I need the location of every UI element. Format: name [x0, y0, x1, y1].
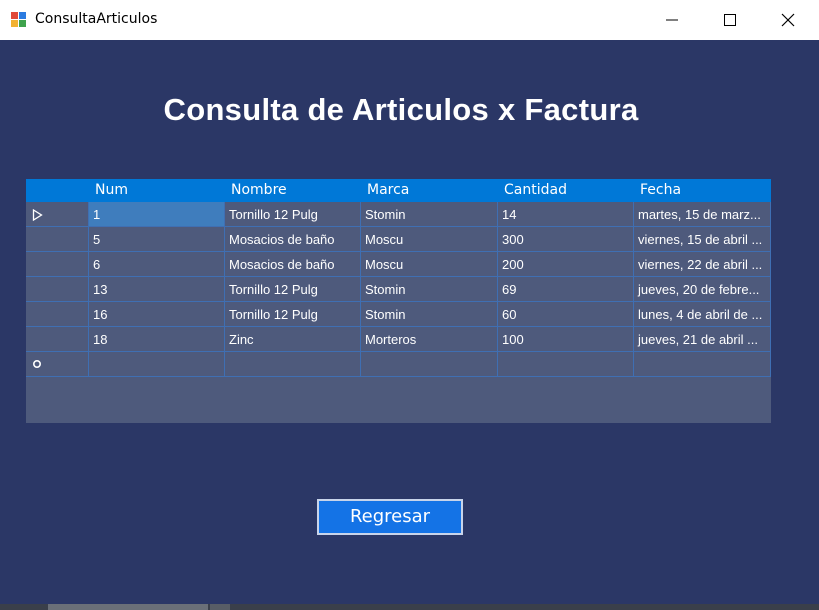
cell-marca[interactable]: Moscu [361, 227, 498, 252]
column-header-marca[interactable]: Marca [361, 179, 498, 202]
regresar-button[interactable]: Regresar [317, 499, 463, 535]
taskbar-item[interactable] [48, 604, 208, 610]
cell-fecha[interactable]: viernes, 15 de abril ... [634, 227, 771, 252]
cell-num[interactable]: 16 [89, 302, 225, 327]
cell-nombre[interactable]: Zinc [225, 327, 361, 352]
table-row[interactable]: 1 Tornillo 12 Pulg Stomin 14 martes, 15 de m… [26, 202, 771, 227]
cell-nombre[interactable]: Tornillo 12 Pulg [225, 302, 361, 327]
cell-fecha[interactable]: martes, 15 de marz... [634, 202, 771, 227]
new-row-cell[interactable] [89, 352, 225, 377]
row-header[interactable] [26, 227, 89, 252]
cell-num[interactable]: 1 [89, 202, 225, 227]
table-row[interactable]: 13 Tornillo 12 Pulg Stomin 69 jueves, 20 de … [26, 277, 771, 302]
cell-num[interactable]: 13 [89, 277, 225, 302]
cell-nombre[interactable]: Tornillo 12 Pulg [225, 277, 361, 302]
cell-marca[interactable]: Morteros [361, 327, 498, 352]
cell-fecha[interactable]: lunes, 4 de abril de ... [634, 302, 771, 327]
row-header[interactable] [26, 302, 89, 327]
cell-nombre[interactable]: Mosacios de baño [225, 252, 361, 277]
new-row[interactable] [26, 352, 771, 377]
maximize-button[interactable] [701, 0, 759, 40]
new-row-header [26, 352, 89, 377]
cell-fecha[interactable]: jueves, 21 de abril ... [634, 327, 771, 352]
cell-cantidad[interactable]: 60 [498, 302, 634, 327]
cell-num[interactable]: 5 [89, 227, 225, 252]
cell-cantidad[interactable]: 200 [498, 252, 634, 277]
cell-marca[interactable]: Stomin [361, 202, 498, 227]
table-row[interactable]: 18 Zinc Morteros 100 jueves, 21 de abril ... [26, 327, 771, 352]
maximize-icon [724, 14, 736, 26]
row-header[interactable] [26, 277, 89, 302]
cell-cantidad[interactable]: 300 [498, 227, 634, 252]
cell-marca[interactable]: Moscu [361, 252, 498, 277]
cell-cantidad[interactable]: 100 [498, 327, 634, 352]
new-row-cell[interactable] [498, 352, 634, 377]
row-header[interactable] [26, 252, 89, 277]
grid-header: Num Nombre Marca Cantidad Fecha [26, 179, 771, 202]
cell-nombre[interactable]: Tornillo 12 Pulg [225, 202, 361, 227]
new-row-cell[interactable] [361, 352, 498, 377]
taskbar-item[interactable] [210, 604, 230, 610]
minimize-button[interactable] [643, 0, 701, 40]
articulos-grid[interactable]: Num Nombre Marca Cantidad Fecha 1 Tornill… [26, 179, 771, 423]
cell-fecha[interactable]: jueves, 20 de febre... [634, 277, 771, 302]
cell-cantidad[interactable]: 69 [498, 277, 634, 302]
close-icon [781, 13, 795, 27]
title-bar: ConsultaArticulos [0, 0, 819, 40]
table-row[interactable]: 5 Mosacios de baño Moscu 300 viernes, 15 de … [26, 227, 771, 252]
page-title: Consulta de Articulos x Factura [163, 92, 639, 127]
row-header[interactable] [26, 327, 89, 352]
new-row-cell[interactable] [225, 352, 361, 377]
close-button[interactable] [759, 0, 817, 40]
table-row[interactable]: 16 Tornillo 12 Pulg Stomin 60 lunes, 4 de ab… [26, 302, 771, 327]
minimize-icon [666, 19, 678, 21]
new-row-icon [32, 359, 42, 369]
cell-marca[interactable]: Stomin [361, 277, 498, 302]
cell-cantidad[interactable]: 14 [498, 202, 634, 227]
app-icon [11, 12, 27, 28]
row-header[interactable] [26, 202, 89, 227]
cell-num[interactable]: 6 [89, 252, 225, 277]
column-header-nombre[interactable]: Nombre [225, 179, 361, 202]
cell-marca[interactable]: Stomin [361, 302, 498, 327]
current-row-icon [32, 209, 43, 221]
new-row-cell[interactable] [634, 352, 771, 377]
cell-num[interactable]: 18 [89, 327, 225, 352]
column-header-fecha[interactable]: Fecha [634, 179, 771, 202]
column-header-cantidad[interactable]: Cantidad [498, 179, 634, 202]
cell-fecha[interactable]: viernes, 22 de abril ... [634, 252, 771, 277]
cell-nombre[interactable]: Mosacios de baño [225, 227, 361, 252]
window-title: ConsultaArticulos [35, 11, 158, 27]
column-header-num[interactable]: Num [89, 179, 225, 202]
table-row[interactable]: 6 Mosacios de baño Moscu 200 viernes, 22 de … [26, 252, 771, 277]
